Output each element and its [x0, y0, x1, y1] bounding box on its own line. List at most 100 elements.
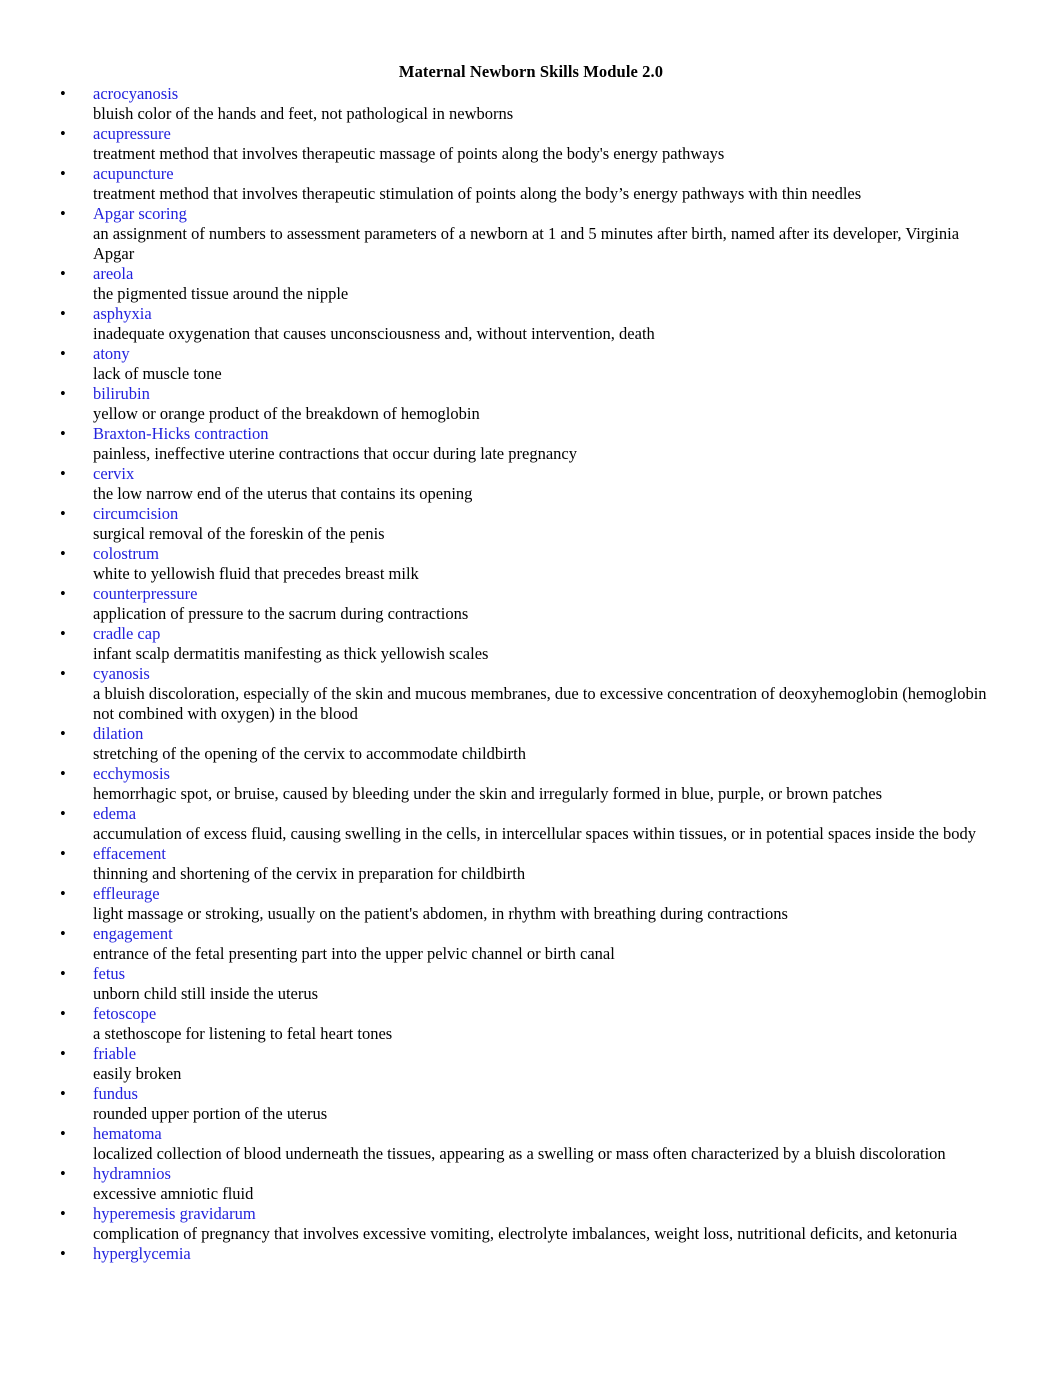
glossary-term: effacement	[93, 844, 166, 863]
glossary-definition: easily broken	[93, 1064, 182, 1083]
glossary-definition: treatment method that involves therapeut…	[93, 184, 862, 203]
glossary-term: fetus	[93, 964, 126, 983]
glossary-term: hydramnios	[93, 1164, 171, 1183]
glossary-definition: lack of muscle tone	[93, 364, 222, 383]
glossary-term: engagement	[93, 924, 173, 943]
glossary-definition: localized collection of blood underneath…	[93, 1144, 946, 1163]
bullet-icon: •	[60, 1164, 66, 1183]
glossary-entry: • cyanosis a bluish discoloration, especia…	[0, 664, 1062, 724]
glossary-entry: • hyperemesis gravidarum complication of p…	[0, 1204, 1062, 1244]
bullet-icon: •	[60, 844, 66, 863]
glossary-term: ecchymosis	[93, 764, 170, 783]
glossary-entry: • acupressure treatment method that involv…	[0, 124, 1062, 164]
glossary-entry: • hydramnios excessive amniotic fluid	[0, 1164, 1062, 1204]
glossary-entry: • areola the pigmented tissue around the n…	[0, 264, 1062, 304]
glossary-term: Braxton-Hicks contraction	[93, 424, 269, 443]
bullet-icon: •	[60, 924, 66, 943]
glossary-entry: • fetoscope a stethoscope for listening to…	[0, 1004, 1062, 1044]
glossary-entry: • counterpressure application of pressure …	[0, 584, 1062, 624]
glossary-definition: treatment method that involves therapeut…	[93, 144, 725, 163]
glossary-term: cradle cap	[93, 624, 161, 643]
glossary-definition: application of pressure to the sacrum du…	[93, 604, 469, 623]
bullet-icon: •	[60, 764, 66, 783]
glossary-entry: • acrocyanosis bluish color of the hands a…	[0, 84, 1062, 124]
bullet-icon: •	[60, 624, 66, 643]
glossary-term: bilirubin	[93, 384, 150, 403]
glossary-definition: light massage or stroking, usually on th…	[93, 904, 788, 923]
glossary-term: Apgar scoring	[93, 204, 187, 223]
glossary-entry: • circumcision surgical removal of the for…	[0, 504, 1062, 544]
glossary-term: fundus	[93, 1084, 138, 1103]
glossary-definition: painless, ineffective uterine contractio…	[93, 444, 577, 463]
bullet-icon: •	[60, 724, 66, 743]
glossary-definition: thinning and shortening of the cervix in…	[93, 864, 526, 883]
glossary-entry: • effacement thinning and shortening of th…	[0, 844, 1062, 884]
glossary-definition: yellow or orange product of the breakdow…	[93, 404, 480, 423]
glossary-entry: • fundus rounded upper portion of the uter…	[0, 1084, 1062, 1124]
bullet-icon: •	[60, 964, 66, 983]
glossary-entry: • Apgar scoring an assignment of numbers t…	[0, 204, 1062, 264]
glossary-entry: • hyperglycemia	[0, 1244, 1062, 1264]
glossary-definition: complication of pregnancy that involves …	[93, 1224, 958, 1243]
glossary-entry: • friable easily broken	[0, 1044, 1062, 1084]
bullet-icon: •	[60, 304, 66, 323]
glossary-entry: • fetus unborn child still inside the uter…	[0, 964, 1062, 1004]
glossary-definition: the low narrow end of the uterus that co…	[93, 484, 473, 503]
bullet-icon: •	[60, 124, 66, 143]
glossary-term: edema	[93, 804, 137, 823]
glossary-term: atony	[93, 344, 130, 363]
glossary-entry: • hematoma localized collection of blood u…	[0, 1124, 1062, 1164]
glossary-term: circumcision	[93, 504, 179, 523]
glossary-term: acupuncture	[93, 164, 174, 183]
glossary-entry: • atony lack of muscle tone	[0, 344, 1062, 384]
glossary-term: acrocyanosis	[93, 84, 179, 103]
bullet-icon: •	[60, 384, 66, 403]
glossary-entry: • effleurage light massage or stroking, us…	[0, 884, 1062, 924]
glossary-definition: accumulation of excess fluid, causing sw…	[93, 824, 976, 843]
glossary-definition: hemorrhagic spot, or bruise, caused by b…	[93, 784, 883, 803]
glossary-definition: a bluish discoloration, especially of th…	[93, 684, 991, 723]
glossary-term: hematoma	[93, 1124, 162, 1143]
glossary-definition: bluish color of the hands and feet, not …	[93, 104, 514, 123]
glossary-entry: • bilirubin yellow or orange product of th…	[0, 384, 1062, 424]
glossary-term: asphyxia	[93, 304, 152, 323]
bullet-icon: •	[60, 664, 66, 683]
glossary-entry: • Braxton-Hicks contraction painless, inef…	[0, 424, 1062, 464]
bullet-icon: •	[60, 1084, 66, 1103]
bullet-icon: •	[60, 584, 66, 603]
glossary-term: counterpressure	[93, 584, 198, 603]
glossary-entry: • cervix the low narrow end of the uterus …	[0, 464, 1062, 504]
bullet-icon: •	[60, 264, 66, 283]
bullet-icon: •	[60, 1124, 66, 1143]
glossary-term: hyperglycemia	[93, 1244, 191, 1263]
glossary-term: fetoscope	[93, 1004, 157, 1023]
bullet-icon: •	[60, 344, 66, 363]
glossary-term: cervix	[93, 464, 135, 483]
bullet-icon: •	[60, 84, 66, 103]
bullet-icon: •	[60, 804, 66, 823]
glossary-term: acupressure	[93, 124, 171, 143]
bullet-icon: •	[60, 464, 66, 483]
glossary-term: effleurage	[93, 884, 160, 903]
glossary-term: cyanosis	[93, 664, 150, 683]
bullet-icon: •	[60, 204, 66, 223]
document-page: Maternal Newborn Skills Module 2.0 • acro…	[0, 0, 1062, 1377]
glossary-term: colostrum	[93, 544, 159, 563]
bullet-icon: •	[60, 1204, 66, 1223]
bullet-icon: •	[60, 1004, 66, 1023]
glossary-definition: the pigmented tissue around the nipple	[93, 284, 349, 303]
glossary-term: dilation	[93, 724, 144, 743]
glossary-entry: • cradle cap infant scalp dermatitis manif…	[0, 624, 1062, 664]
glossary-definition: a stethoscope for listening to fetal hea…	[93, 1024, 393, 1043]
glossary-term: friable	[93, 1044, 137, 1063]
glossary-entry: • engagement entrance of the fetal present…	[0, 924, 1062, 964]
glossary-definition: rounded upper portion of the uterus	[93, 1104, 328, 1123]
bullet-icon: •	[60, 504, 66, 523]
glossary-entry: • ecchymosis hemorrhagic spot, or bruise, …	[0, 764, 1062, 804]
glossary-definition: inadequate oxygenation that causes uncon…	[93, 324, 655, 343]
glossary-list: • acrocyanosis bluish color of the hands a…	[0, 82, 1062, 1264]
glossary-entry: • asphyxia inadequate oxygenation that cau…	[0, 304, 1062, 344]
glossary-term: areola	[93, 264, 134, 283]
bullet-icon: •	[60, 1244, 66, 1263]
glossary-entry: • colostrum white to yellowish fluid that …	[0, 544, 1062, 584]
